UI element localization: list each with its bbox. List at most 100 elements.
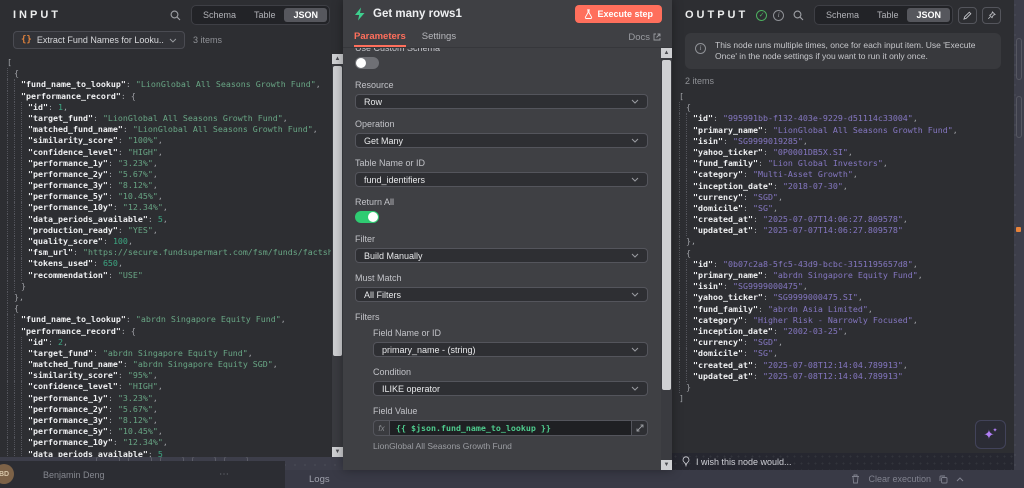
parameters-scrollbar[interactable]: ▲ ▼ [661,48,672,470]
json-line: "updated_at": "2025-07-08T12:14:04.78991… [679,370,1002,382]
clear-execution-button[interactable]: Clear execution [868,474,931,484]
tab-settings[interactable]: Settings [422,27,456,47]
json-line: "isin": "SG9999019285", [679,135,1002,147]
tab-table[interactable]: Table [868,8,908,22]
condition-select[interactable]: ILIKE operator [373,381,648,396]
search-icon[interactable] [793,10,804,21]
json-line: } [7,280,331,292]
json-line: "id": 2, [7,336,331,348]
feedback-input-placeholder[interactable]: I wish this node would... [696,457,792,467]
input-scrollbar[interactable]: ▲ ▼ [332,54,343,457]
scroll-up-arrow[interactable]: ▲ [661,48,672,58]
json-line: "yahoo_ticker": "SG9999000475.SI", [679,292,1002,304]
chevron-down-icon [631,347,639,352]
ai-assistant-button[interactable]: ✦ ✦ [975,420,1006,449]
trash-icon[interactable] [851,474,860,484]
braces-icon: {} [21,35,32,45]
chevron-down-icon [169,38,177,43]
json-line: "fund_name_to_lookup": "abrdn Singapore … [7,314,331,326]
use-custom-schema-toggle[interactable] [355,57,379,69]
collapse-chevron-icon[interactable] [956,476,964,482]
user-name: Benjamin Deng [43,469,105,480]
tab-schema[interactable]: Schema [817,8,868,22]
resource-select[interactable]: Row [355,94,648,109]
avatar[interactable]: BD [0,464,14,484]
input-node-selector[interactable]: {} Extract Fund Names for Looku... [13,31,185,49]
tab-parameters[interactable]: Parameters [354,27,406,47]
return-all-toggle[interactable] [355,211,379,223]
docs-link[interactable]: Docs [628,32,661,43]
filter-select[interactable]: Build Manually [355,248,648,263]
output-json-viewer: [{"id": "995991bb-f132-403e-9229-d51114c… [672,88,1002,452]
json-line: "confidence_level": "HIGH", [7,381,331,393]
json-line: { [7,303,331,315]
table-name-select[interactable]: fund_identifiers [355,172,648,187]
run-multiple-times-notice: i This node runs multiple times, once fo… [685,33,1001,69]
fx-badge: fx [373,420,389,436]
info-icon: i [695,43,706,54]
json-line: "updated_at": "2025-07-07T14:06:27.80957… [679,225,1002,237]
json-line: [ [679,91,684,101]
json-line: "performance_5y": "10.45%", [7,426,331,438]
pin-icon [987,10,996,19]
output-panel-title: OUTPUT [685,9,749,21]
scrollbar-thumb[interactable] [333,66,342,356]
output-items-count: 2 items [685,76,715,86]
json-line: "performance_record": { [7,90,331,102]
json-line: { [679,102,1002,114]
success-check-icon: ✓ [756,9,768,21]
node-feedback-bar[interactable]: I wish this node would... [672,453,1014,470]
field-value-expression-input[interactable]: {{ $json.fund_name_to_lookup }} [389,420,632,436]
json-line: { [679,247,1002,259]
parameters-form: Use Custom Schema Resource Row Operation… [355,48,648,470]
pin-output-button[interactable] [982,6,1001,24]
operation-select[interactable]: Get Many [355,133,648,148]
external-link-icon [653,33,661,41]
field-name-label: Field Name or ID [373,328,442,338]
scrollbar-thumb[interactable] [662,60,671,390]
chevron-down-icon [631,386,639,391]
dimmed-node [1016,38,1022,80]
dimmed-node [1016,96,1022,138]
json-line: }, [7,291,331,304]
dimmed-node-icon [1016,227,1021,232]
info-icon[interactable]: i [773,9,785,21]
scroll-up-arrow[interactable]: ▲ [332,54,343,64]
tab-json[interactable]: JSON [907,8,950,22]
must-match-label: Must Match [355,273,402,283]
input-panel-title: INPUT [13,9,61,21]
sidebar-user-row[interactable]: BD Benjamin Deng ⋯ [0,461,285,488]
chevron-down-icon [631,99,639,104]
logs-label[interactable]: Logs [309,474,330,485]
must-match-select[interactable]: All Filters [355,287,648,302]
json-line: "performance_10y": "12.34%", [7,437,331,449]
json-line: "performance_3y": "8.12%", [7,180,331,192]
copy-icon[interactable] [939,475,948,484]
lightbulb-icon [682,456,690,467]
open-expression-editor-icon[interactable] [632,420,648,436]
output-view-mode-tabs: Schema Table JSON [813,5,953,25]
field-name-select[interactable]: primary_name - (string) [373,342,648,357]
json-line: "performance_10y": "12.34%", [7,202,331,214]
edit-output-button[interactable] [958,6,977,24]
flask-icon [585,8,593,19]
scroll-down-arrow[interactable]: ▼ [661,460,672,470]
use-custom-schema-label: Use Custom Schema [355,48,441,53]
json-line: "currency": "SGD", [679,337,1002,349]
output-panel: OUTPUT ✓ i Schema Table JSON i This node… [672,0,1014,470]
tab-schema[interactable]: Schema [194,8,245,22]
input-node-selector-label: Extract Fund Names for Looku... [36,35,165,45]
json-line: "currency": "SGD", [679,191,1002,203]
tab-json[interactable]: JSON [284,8,327,22]
logs-bar[interactable]: Logs Clear execution [285,470,1024,488]
execute-step-button[interactable]: Execute step [575,4,662,23]
node-title[interactable]: Get many rows1 [373,8,462,20]
sparkle-icon: ✦ [992,427,998,434]
tab-table[interactable]: Table [245,8,285,22]
scroll-down-arrow[interactable]: ▼ [332,447,343,457]
user-menu-ellipsis-icon[interactable]: ⋯ [219,469,230,480]
json-line: "tokens_used": 650, [7,258,331,270]
json-line: "performance_1y": "3.23%", [7,157,331,169]
search-icon[interactable] [170,10,181,21]
filter-label: Filter [355,234,375,244]
